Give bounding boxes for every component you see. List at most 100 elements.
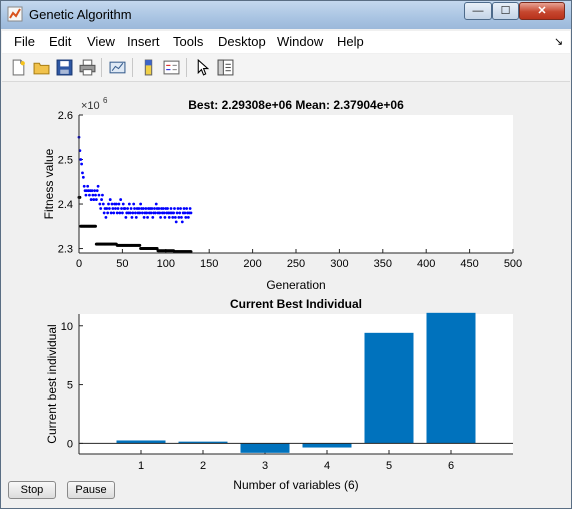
mean-point bbox=[175, 211, 179, 215]
mean-point bbox=[123, 207, 127, 210]
mean-point bbox=[91, 193, 95, 197]
menu-help[interactable]: Help bbox=[337, 34, 364, 49]
colorbar-icon[interactable] bbox=[140, 59, 157, 76]
mean-point bbox=[163, 215, 167, 219]
mean-point bbox=[130, 215, 134, 219]
mean-point bbox=[126, 207, 130, 210]
mean-point bbox=[121, 211, 124, 215]
mean-point bbox=[145, 211, 149, 215]
mean-point bbox=[89, 198, 93, 201]
mean-point bbox=[127, 202, 131, 206]
mean-point bbox=[185, 207, 189, 210]
best-individual-axes[interactable]: Current Best Individual Current best ind… bbox=[45, 297, 513, 492]
mean-point bbox=[98, 202, 102, 206]
fitness-axes[interactable]: Best: 2.29308e+06 Mean: 2.37904e+06 ×10 … bbox=[42, 96, 522, 292]
mean-point bbox=[90, 189, 94, 193]
chart-title: Best: 2.29308e+06 Mean: 2.37904e+06 bbox=[188, 98, 404, 112]
mean-point bbox=[115, 211, 119, 215]
mean-point bbox=[153, 211, 157, 215]
mean-point bbox=[88, 193, 91, 197]
mean-point bbox=[150, 207, 154, 210]
title-bar[interactable]: Genetic Algorithm — ☐ ✕ bbox=[1, 1, 571, 29]
mean-point bbox=[120, 207, 123, 210]
y-axis-label: Current best individual bbox=[45, 324, 59, 443]
y-tick-label: 5 bbox=[67, 380, 73, 392]
save-icon[interactable] bbox=[56, 59, 73, 76]
mean-point bbox=[106, 211, 110, 215]
mean-point bbox=[149, 211, 153, 215]
toolbar-separator bbox=[101, 58, 102, 77]
mean-point bbox=[116, 207, 120, 210]
maximize-button[interactable]: ☐ bbox=[492, 2, 519, 20]
y-axis-label: Fitness value bbox=[42, 148, 56, 219]
mean-point bbox=[129, 207, 133, 210]
x-tick-label: 100 bbox=[157, 258, 175, 270]
y-tick-label: 2.3 bbox=[58, 244, 73, 256]
menu-insert[interactable]: Insert bbox=[127, 34, 160, 49]
link-plot-icon[interactable] bbox=[109, 59, 126, 76]
mean-point bbox=[151, 215, 155, 219]
mean-point bbox=[138, 211, 142, 215]
bar-variable-5 bbox=[364, 332, 414, 444]
open-file-icon[interactable] bbox=[33, 59, 50, 76]
mean-point bbox=[132, 202, 136, 206]
menu-bar: File Edit View Insert Tools Desktop Wind… bbox=[2, 31, 570, 53]
mean-point bbox=[171, 215, 175, 219]
y-tick-label: 2.5 bbox=[58, 155, 73, 167]
menu-view[interactable]: View bbox=[87, 34, 115, 49]
mean-point bbox=[99, 207, 103, 210]
mean-point bbox=[100, 198, 103, 201]
mean-point bbox=[173, 215, 177, 219]
print-icon[interactable] bbox=[79, 59, 96, 76]
axes-background bbox=[79, 115, 513, 253]
menu-desktop[interactable]: Desktop bbox=[218, 34, 266, 49]
legend-icon[interactable] bbox=[163, 59, 180, 76]
mean-point bbox=[166, 207, 169, 210]
toolbar-separator bbox=[132, 58, 133, 77]
x-tick-label: 500 bbox=[504, 258, 522, 270]
mean-point bbox=[111, 207, 115, 210]
y-tick-label: 10 bbox=[61, 321, 73, 333]
pointer-icon[interactable] bbox=[194, 59, 211, 76]
x-tick-label: 200 bbox=[243, 258, 261, 270]
mean-point bbox=[79, 158, 83, 161]
mean-point bbox=[169, 207, 173, 210]
mean-point bbox=[133, 207, 136, 210]
close-button[interactable]: ✕ bbox=[519, 2, 565, 20]
mean-point bbox=[154, 202, 158, 206]
new-figure-icon[interactable] bbox=[10, 59, 27, 76]
dock-arrow-icon[interactable]: ↘ bbox=[554, 35, 563, 48]
minimize-button[interactable]: — bbox=[464, 2, 492, 20]
mean-point bbox=[173, 207, 176, 210]
mean-point bbox=[153, 207, 156, 210]
mean-point bbox=[104, 215, 108, 219]
mean-point bbox=[131, 211, 135, 215]
x-tick-label: 4 bbox=[324, 460, 330, 472]
chart-title: Current Best Individual bbox=[230, 297, 362, 311]
mean-point bbox=[114, 202, 118, 206]
mean-point bbox=[180, 220, 184, 224]
mean-point bbox=[183, 211, 187, 215]
pause-button[interactable]: Pause bbox=[67, 481, 115, 499]
mean-point bbox=[95, 189, 99, 193]
stop-button[interactable]: Stop bbox=[8, 481, 56, 499]
mean-point bbox=[93, 189, 97, 193]
menu-file[interactable]: File bbox=[14, 34, 35, 49]
bar-variable-4 bbox=[302, 443, 352, 448]
mean-point bbox=[119, 198, 123, 201]
x-tick-label: 150 bbox=[200, 258, 218, 270]
menu-window[interactable]: Window bbox=[277, 34, 323, 49]
mean-point bbox=[144, 207, 148, 210]
toolbar-separator bbox=[186, 58, 187, 77]
menu-edit[interactable]: Edit bbox=[49, 34, 71, 49]
mean-point bbox=[134, 215, 138, 219]
menu-tools[interactable]: Tools bbox=[173, 34, 203, 49]
mean-point bbox=[188, 207, 192, 210]
mean-point bbox=[180, 215, 183, 219]
property-editor-icon[interactable] bbox=[217, 59, 234, 76]
mean-point bbox=[142, 215, 146, 219]
mean-point bbox=[177, 215, 181, 219]
mean-point bbox=[182, 207, 186, 210]
x-tick-label: 50 bbox=[116, 258, 128, 270]
x-tick-label: 6 bbox=[448, 460, 454, 472]
